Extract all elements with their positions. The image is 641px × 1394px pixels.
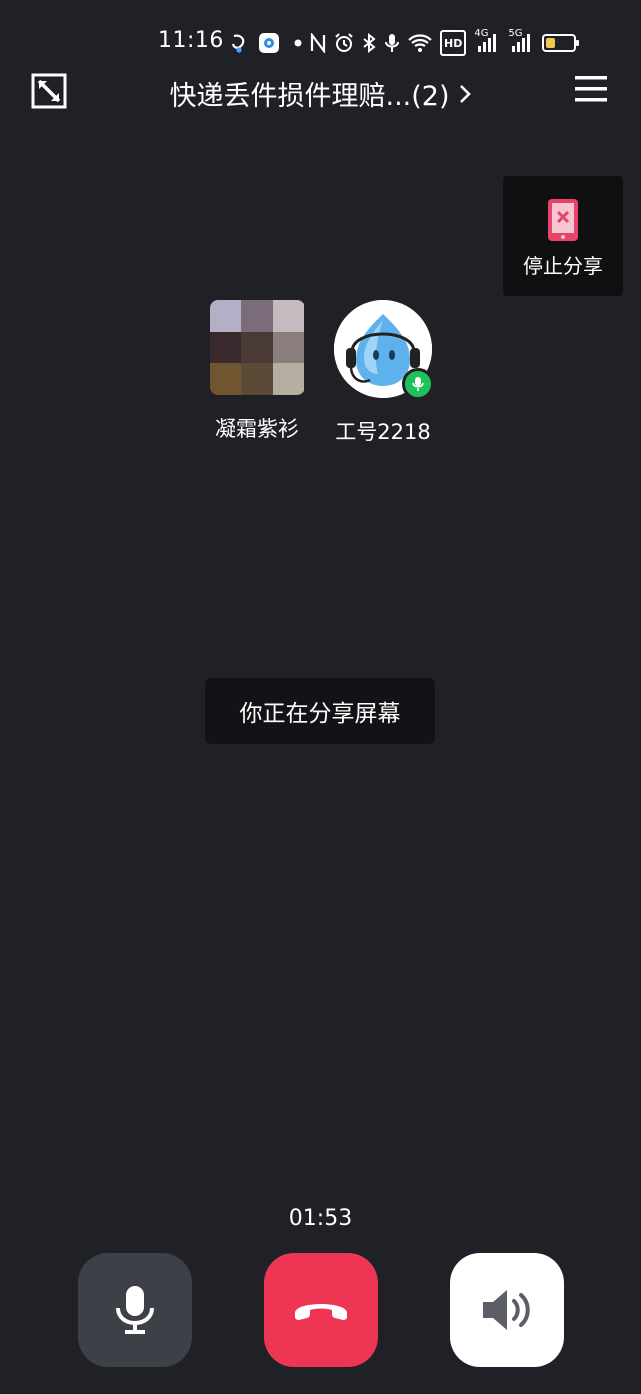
microphone-button[interactable] bbox=[78, 1253, 192, 1367]
sharing-screen-toast: 你正在分享屏幕 bbox=[205, 678, 435, 744]
participant-name: 凝霜紫衫 bbox=[215, 417, 299, 441]
mic-status-icon bbox=[384, 32, 400, 54]
nfc-icon bbox=[310, 32, 326, 54]
participant-tile[interactable]: 凝霜紫衫 bbox=[207, 300, 307, 443]
speaking-mic-icon bbox=[402, 368, 434, 400]
hd-icon: HD bbox=[440, 30, 467, 56]
avatar bbox=[334, 300, 434, 400]
assistant-icon bbox=[228, 32, 250, 54]
speaker-icon bbox=[483, 1290, 530, 1330]
chevron-right-icon bbox=[459, 84, 471, 103]
call-title[interactable]: 快递丢件损件理赔...(2) bbox=[0, 74, 641, 113]
stop-share-button[interactable]: 停止分享 bbox=[503, 176, 623, 296]
phone-hangup-icon bbox=[295, 1304, 347, 1320]
participant-tile[interactable]: 工号2218 bbox=[333, 300, 434, 446]
signal-4g-icon: 4G bbox=[474, 28, 500, 54]
status-icons: HD 4G 5G bbox=[228, 28, 580, 56]
microphone-icon bbox=[116, 1286, 154, 1334]
call-title-text: 快递丢件损件理赔...(2) bbox=[169, 81, 450, 112]
bluetooth-icon bbox=[362, 32, 376, 54]
alarm-icon bbox=[334, 32, 354, 54]
participant-name: 工号2218 bbox=[335, 420, 431, 444]
hamburger-menu-icon[interactable] bbox=[574, 74, 608, 104]
avatar bbox=[209, 300, 305, 395]
battery-icon bbox=[542, 34, 580, 52]
speaker-button[interactable] bbox=[450, 1253, 564, 1367]
signal-5g-icon: 5G bbox=[508, 28, 534, 54]
wifi-icon bbox=[408, 32, 432, 54]
header-bar: 快递丢件损件理赔...(2) bbox=[0, 66, 641, 116]
app-icon bbox=[258, 32, 280, 54]
stop-share-label: 停止分享 bbox=[523, 254, 603, 278]
status-bar: 11:16 HD 4G 5G bbox=[0, 0, 641, 70]
stop-share-phone-icon bbox=[547, 198, 579, 242]
call-duration: 01:53 bbox=[288, 1206, 353, 1231]
status-time: 11:16 bbox=[158, 28, 224, 53]
dot-icon bbox=[294, 32, 302, 54]
hang-up-button[interactable] bbox=[264, 1253, 378, 1367]
